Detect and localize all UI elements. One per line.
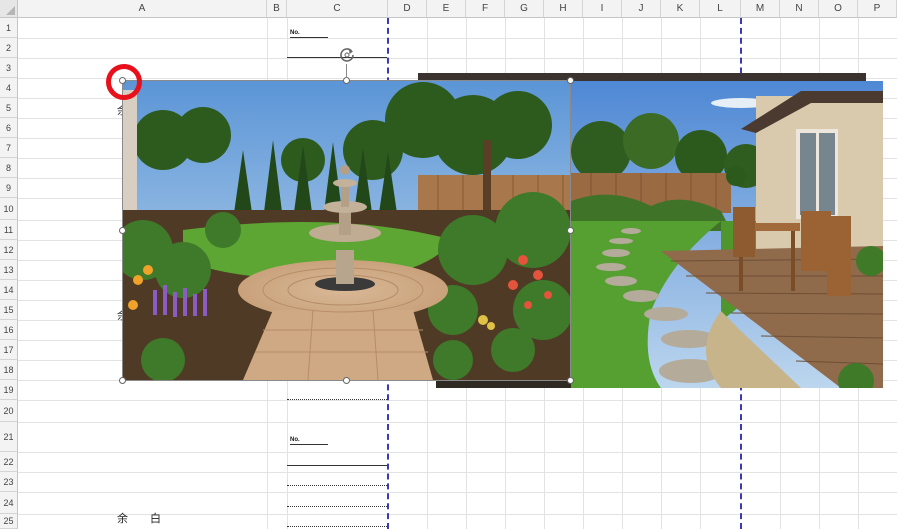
solid-rule <box>287 57 387 58</box>
row-header-17[interactable]: 17 <box>0 340 18 360</box>
row-header-9[interactable]: 9 <box>0 178 18 198</box>
row-header-21[interactable]: 21 <box>0 422 18 452</box>
row-header-12[interactable]: 12 <box>0 240 18 260</box>
column-header-c[interactable]: C <box>287 0 388 18</box>
row-header-10[interactable]: 10 <box>0 198 18 220</box>
column-header-d[interactable]: D <box>388 0 427 18</box>
resize-handle-bottom[interactable] <box>343 377 350 384</box>
resize-handle-left[interactable] <box>119 227 126 234</box>
row-header-11[interactable]: 11 <box>0 220 18 240</box>
garden-fountain-photo[interactable] <box>123 80 571 380</box>
row-header-22[interactable]: 22 <box>0 452 18 472</box>
column-header-o[interactable]: O <box>819 0 858 18</box>
row-header-23[interactable]: 23 <box>0 472 18 492</box>
number-label: No. <box>290 437 300 443</box>
row-header-13[interactable]: 13 <box>0 260 18 280</box>
column-header-a[interactable]: A <box>18 0 267 18</box>
number-label: No. <box>290 30 300 36</box>
gridline <box>18 472 897 473</box>
column-header-b[interactable]: B <box>267 0 287 18</box>
underline <box>290 37 328 38</box>
solid-rule <box>287 465 387 466</box>
column-header-h[interactable]: H <box>544 0 583 18</box>
row-header-24[interactable]: 24 <box>0 492 18 514</box>
column-header-e[interactable]: E <box>427 0 466 18</box>
dotted-rule <box>287 506 387 507</box>
rotate-handle-icon[interactable] <box>338 46 356 64</box>
dotted-rule <box>287 526 387 527</box>
gridline <box>18 400 897 401</box>
resize-handle-bottom-right[interactable] <box>567 377 574 384</box>
row-header-2[interactable]: 2 <box>0 38 18 58</box>
column-header-n[interactable]: N <box>780 0 819 18</box>
row-header-5[interactable]: 5 <box>0 98 18 118</box>
column-header-f[interactable]: F <box>466 0 505 18</box>
rotate-handle-stem <box>346 64 347 78</box>
garden-patio-photo[interactable] <box>571 81 883 388</box>
resize-handle-right[interactable] <box>567 227 574 234</box>
column-header-g[interactable]: G <box>505 0 544 18</box>
row-header-18[interactable]: 18 <box>0 360 18 380</box>
resize-handle-top[interactable] <box>343 77 350 84</box>
column-header-k[interactable]: K <box>661 0 700 18</box>
gridline <box>18 492 897 493</box>
resize-handle-bottom-left[interactable] <box>119 377 126 384</box>
gridline <box>18 452 897 453</box>
dotted-rule <box>287 485 387 486</box>
dotted-rule <box>287 399 387 400</box>
row-header-14[interactable]: 14 <box>0 280 18 300</box>
column-header-m[interactable]: M <box>741 0 780 18</box>
column-header-i[interactable]: I <box>583 0 622 18</box>
gridline <box>18 422 897 423</box>
resize-handle-top-right[interactable] <box>567 77 574 84</box>
column-header-l[interactable]: L <box>700 0 741 18</box>
column-header-j[interactable]: J <box>622 0 661 18</box>
row-header-19[interactable]: 19 <box>0 380 18 400</box>
row-header-7[interactable]: 7 <box>0 138 18 158</box>
column-header-p[interactable]: P <box>858 0 897 18</box>
row-header-1[interactable]: 1 <box>0 18 18 38</box>
row-header-6[interactable]: 6 <box>0 118 18 138</box>
row-header-8[interactable]: 8 <box>0 158 18 178</box>
row-header-25[interactable]: 25 <box>0 514 18 529</box>
row-header-4[interactable]: 4 <box>0 78 18 98</box>
blank-space-text: 余 白 <box>117 512 161 525</box>
underline <box>290 444 328 445</box>
gridline <box>18 58 897 59</box>
background-image-edge <box>436 380 576 388</box>
row-header-15[interactable]: 15 <box>0 300 18 320</box>
row-header-20[interactable]: 20 <box>0 400 18 422</box>
select-all-corner[interactable] <box>0 0 18 18</box>
row-header-3[interactable]: 3 <box>0 58 18 78</box>
spreadsheet-grid[interactable]: A B C D E F G H I J K L M N O P 1 2 3 4 … <box>0 0 897 529</box>
highlight-circle <box>106 64 142 100</box>
row-header-16[interactable]: 16 <box>0 320 18 340</box>
gridline <box>18 38 897 39</box>
